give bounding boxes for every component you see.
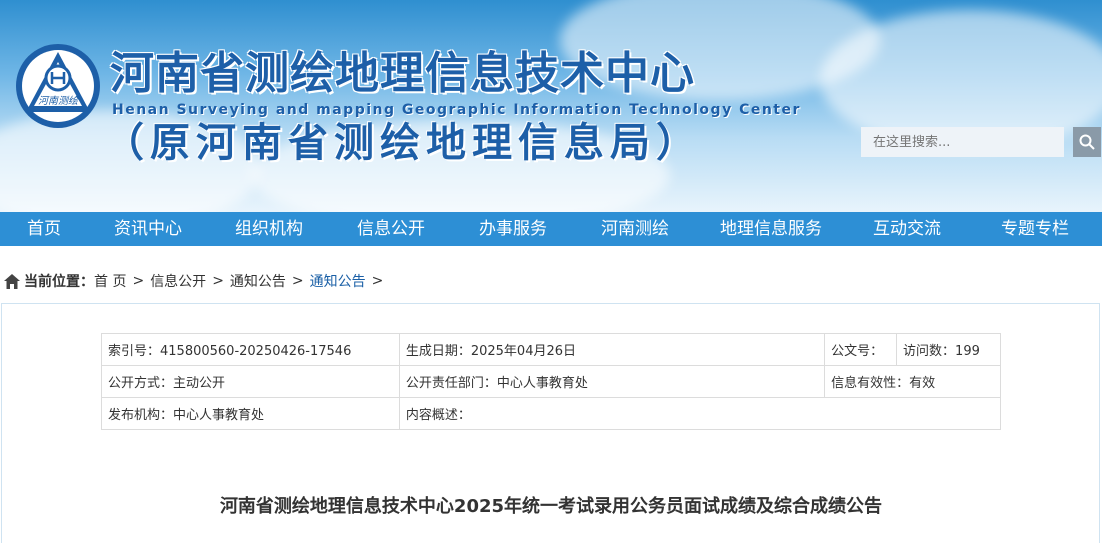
breadcrumb-separator: > bbox=[212, 273, 224, 289]
nav-item-geo-info-service[interactable]: 地理信息服务 bbox=[696, 212, 846, 246]
nav-item-special-topics[interactable]: 专题专栏 bbox=[968, 212, 1102, 246]
disclosure-mode: 公开方式：主动公开 bbox=[101, 365, 400, 398]
site-subtitle: （原河南省测绘地理信息局） bbox=[104, 120, 702, 166]
site-title: 河南省测绘地理信息技术中心 bbox=[110, 48, 695, 99]
breadcrumb-current[interactable]: 通知公告 bbox=[310, 271, 366, 291]
logo-text: 河南测绘 bbox=[38, 95, 79, 107]
search-input[interactable] bbox=[861, 127, 1064, 157]
info-validity: 信息有效性：有效 bbox=[824, 365, 1001, 398]
content-summary: 内容概述： bbox=[398, 397, 1002, 430]
home-icon bbox=[4, 273, 20, 289]
breadcrumb-label: 当前位置： bbox=[24, 274, 94, 290]
table-row: 发布机构：中心人事教育处 内容概述： bbox=[101, 397, 1002, 430]
nav-item-interaction[interactable]: 互动交流 bbox=[846, 212, 968, 246]
nav-item-henan-surveying[interactable]: 河南测绘 bbox=[574, 212, 696, 246]
site-title-english: Henan Surveying and mapping Geographic I… bbox=[112, 102, 801, 118]
nav-item-home[interactable]: 首页 bbox=[0, 212, 88, 246]
generation-date: 生成日期：2025年04月26日 bbox=[398, 333, 826, 366]
index-number: 索引号：415800560-20250426-17546 bbox=[101, 333, 400, 366]
main-nav: 首页 资讯中心 组织机构 信息公开 办事服务 河南测绘 地理信息服务 互动交流 … bbox=[0, 212, 1102, 246]
nav-item-news[interactable]: 资讯中心 bbox=[88, 212, 208, 246]
breadcrumb-link-info-disclosure[interactable]: 信息公开 bbox=[150, 271, 206, 291]
breadcrumb-link-home[interactable]: 首 页 bbox=[94, 271, 126, 291]
breadcrumb-separator: > bbox=[291, 273, 304, 289]
publishing-agency: 发布机构：中心人事教育处 bbox=[101, 397, 400, 430]
breadcrumb: 当前位置： 首 页 > 信息公开 > 通知公告 > 通知公告 > bbox=[4, 270, 389, 292]
table-row: 公开方式：主动公开 公开责任部门：中心人事教育处 信息有效性：有效 bbox=[101, 365, 1001, 398]
nav-item-organization[interactable]: 组织机构 bbox=[208, 212, 330, 246]
table-row: 索引号：415800560-20250426-17546 生成日期：2025年0… bbox=[101, 333, 1001, 366]
nav-item-services[interactable]: 办事服务 bbox=[452, 212, 574, 246]
site-header: 河南测绘 河南省测绘地理信息技术中心 Henan Surveying and m… bbox=[0, 0, 1102, 212]
nav-item-info-disclosure[interactable]: 信息公开 bbox=[330, 212, 452, 246]
document-number: 公文号： bbox=[824, 333, 898, 366]
article-title: 河南省测绘地理信息技术中心2025年统一考试录用公务员面试成绩及综合成绩公告 bbox=[219, 496, 883, 517]
hexagon-h-emblem-icon[interactable]: 河南测绘 bbox=[14, 42, 102, 130]
breadcrumb-separator: > bbox=[132, 273, 145, 289]
visit-count: 访问数：199 bbox=[896, 333, 1001, 366]
search-icon bbox=[1079, 134, 1095, 150]
breadcrumb-link-notices[interactable]: 通知公告 bbox=[230, 271, 286, 291]
breadcrumb-separator: > bbox=[371, 273, 384, 289]
search-button[interactable] bbox=[1073, 127, 1101, 157]
search-box bbox=[861, 127, 1101, 157]
info-metadata-table: 索引号：415800560-20250426-17546 生成日期：2025年0… bbox=[101, 333, 1002, 430]
responsible-department: 公开责任部门：中心人事教育处 bbox=[398, 365, 826, 398]
